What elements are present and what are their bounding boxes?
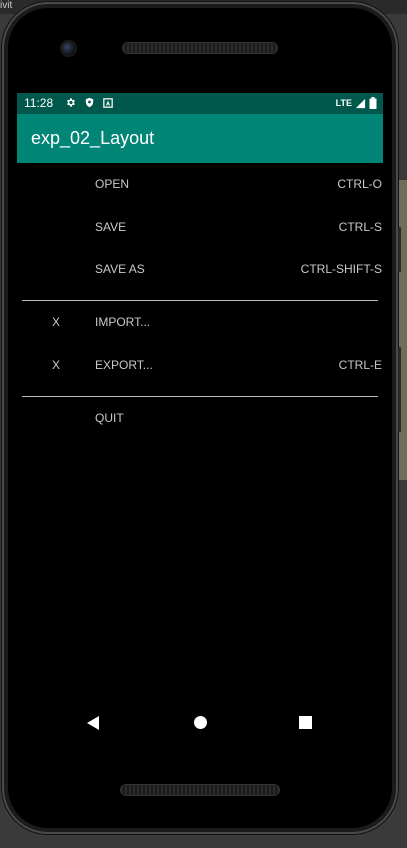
menu-item-label: SAVE xyxy=(95,220,127,234)
network-type: LTE xyxy=(335,98,352,108)
menu-item-label: EXPORT... xyxy=(95,358,153,372)
letter-a-icon xyxy=(103,97,113,108)
power-button xyxy=(398,347,401,432)
signal-icon xyxy=(355,98,366,108)
navigation-bar xyxy=(17,698,383,746)
battery-icon xyxy=(369,97,377,109)
menu-item-shortcut: CTRL-O xyxy=(337,177,382,191)
menu-item-quit[interactable]: QUIT xyxy=(17,397,383,437)
front-camera xyxy=(62,42,75,55)
device-screen: 11:28 LTE exp_02_Layout OPEN CTRL-O SAVE… xyxy=(17,93,383,758)
menu-item-check: X xyxy=(52,315,61,329)
volume-button xyxy=(398,227,401,272)
menu-item-label: QUIT xyxy=(95,411,124,425)
status-icons-left xyxy=(65,97,113,108)
home-icon[interactable] xyxy=(194,716,207,729)
shield-icon xyxy=(85,97,94,108)
gear-icon xyxy=(67,98,75,107)
app-title: exp_02_Layout xyxy=(31,128,155,148)
recents-icon[interactable] xyxy=(299,716,312,729)
status-time: 11:28 xyxy=(24,96,54,110)
page: ivit 11:28 LTE exp_02_Layout OPEN CTRL-O… xyxy=(0,0,407,848)
menu-item-shortcut: CTRL-SHIFT-S xyxy=(300,262,382,276)
back-icon[interactable] xyxy=(87,716,99,730)
menu-item-export[interactable]: X EXPORT... CTRL-E xyxy=(17,344,383,384)
bottom-speaker-grille xyxy=(121,785,279,795)
top-speaker-grille xyxy=(123,43,277,53)
menu-item-label: SAVE AS xyxy=(95,262,145,276)
menu-item-import[interactable]: X IMPORT... xyxy=(17,301,383,341)
menu-item-check: X xyxy=(52,358,61,372)
menu-item-label: IMPORT... xyxy=(95,315,151,329)
menu-item-save-as[interactable]: SAVE AS CTRL-SHIFT-S xyxy=(17,248,383,288)
menu-item-shortcut: CTRL-E xyxy=(338,358,382,372)
background-edge xyxy=(399,180,407,480)
menu-item-save[interactable]: SAVE CTRL-S xyxy=(17,206,383,246)
menu-item-label: OPEN xyxy=(95,177,130,191)
menu-item-shortcut: CTRL-S xyxy=(338,220,382,234)
status-icons-right: LTE xyxy=(336,97,377,109)
window-title-fragment: ivit xyxy=(0,0,13,11)
menu-item-open[interactable]: OPEN CTRL-O xyxy=(17,163,383,203)
status-bar: 11:28 LTE xyxy=(17,93,383,114)
app-bar: exp_02_Layout xyxy=(17,114,383,163)
